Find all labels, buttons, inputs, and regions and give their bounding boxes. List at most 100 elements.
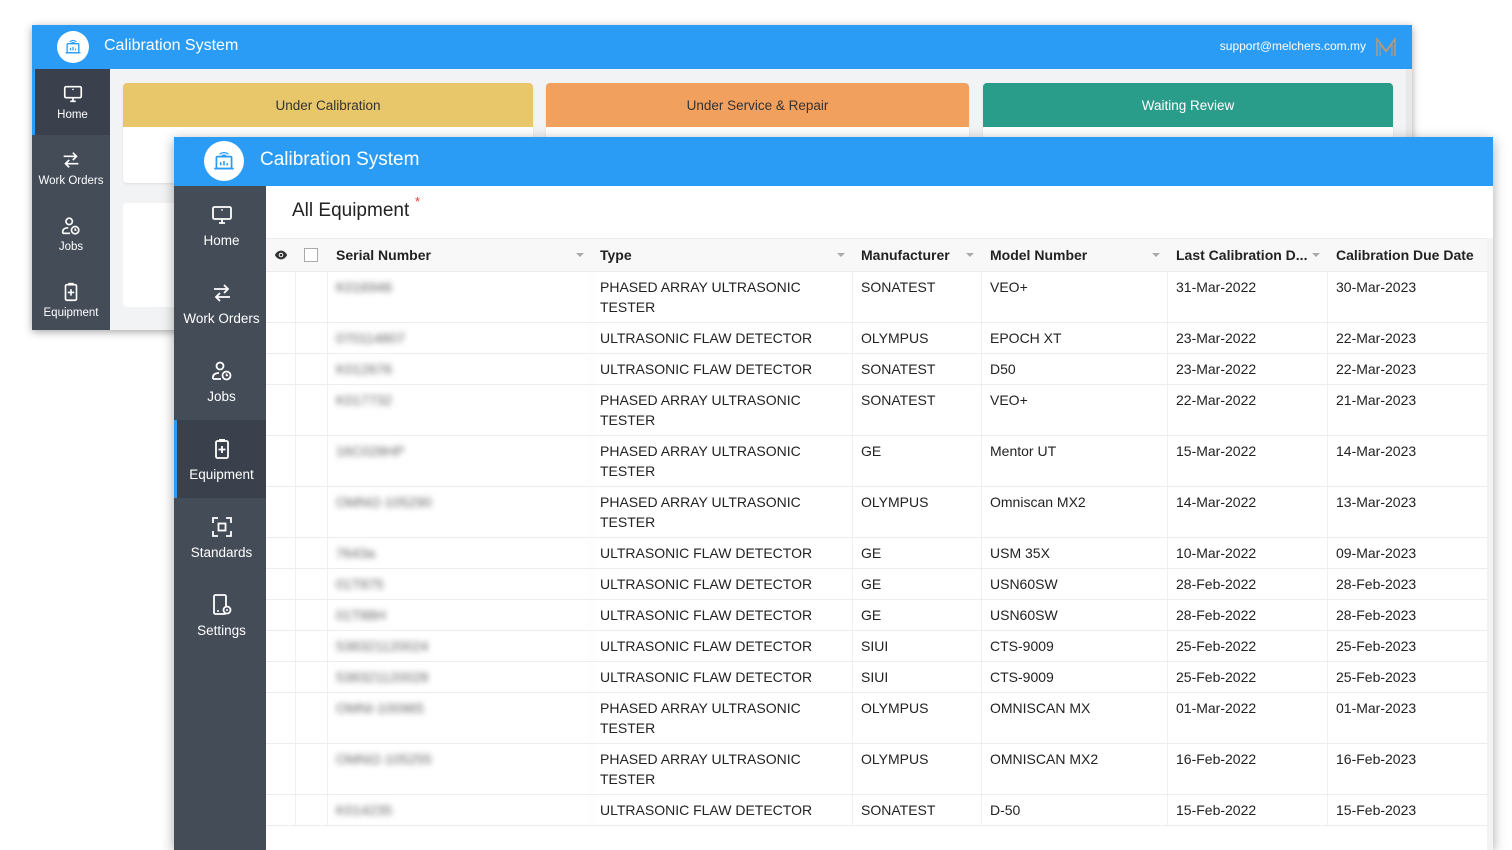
sidebar-label: Settings xyxy=(197,622,246,638)
column-header-last-calibration-date[interactable]: Last Calibration D... xyxy=(1168,239,1328,272)
back-sidebar-label: Equipment xyxy=(43,307,99,319)
melchers-logo-icon xyxy=(1376,36,1396,56)
serial-number-cell: 070114807 xyxy=(328,323,592,353)
column-header-model-number[interactable]: Model Number xyxy=(982,239,1168,272)
sidebar-item-work-orders[interactable]: Work Orders xyxy=(174,264,266,342)
manufacturer-cell: GE xyxy=(853,436,982,486)
table-scrollbar[interactable] xyxy=(1487,238,1493,850)
table-row[interactable]: K014235 ULTRASONIC FLAW DETECTOR SONATEST D… xyxy=(266,795,1493,826)
table-row[interactable]: 070114807 ULTRASONIC FLAW DETECTOR OLYMPUS… xyxy=(266,323,1493,354)
manufacturer-cell: OLYMPUS xyxy=(853,693,982,743)
table-row[interactable]: 01T875 ULTRASONIC FLAW DETECTOR GE USN60SW 2… xyxy=(266,569,1493,600)
last-calibration-date-cell: 23-Mar-2022 xyxy=(1168,323,1328,353)
support-email-link[interactable]: support@melchers.com.my xyxy=(1220,39,1366,53)
sort-caret-icon[interactable] xyxy=(837,252,845,257)
app-header: Calibration System xyxy=(174,137,1493,186)
calibration-due-date-cell: 22-Mar-2023 xyxy=(1328,354,1493,384)
last-calibration-date-cell: 01-Mar-2022 xyxy=(1168,693,1328,743)
table-row[interactable]: K017732 PHASED ARRAY ULTRASONIC TESTER SON… xyxy=(266,385,1493,436)
last-calibration-date-cell: 10-Mar-2022 xyxy=(1168,538,1328,568)
manufacturer-cell: SONATEST xyxy=(853,795,982,825)
manufacturer-cell: GE xyxy=(853,538,982,568)
calibration-due-date-cell: 28-Feb-2023 xyxy=(1328,600,1493,630)
type-cell: PHASED ARRAY ULTRASONIC TESTER xyxy=(592,385,853,435)
row-spacer-cell xyxy=(266,744,296,794)
swap-arrows-icon xyxy=(210,281,234,305)
row-spacer-cell xyxy=(266,662,296,692)
back-sidebar-item-work-orders[interactable]: Work Orders xyxy=(32,135,110,201)
calibration-due-date-cell: 09-Mar-2023 xyxy=(1328,538,1493,568)
model-number-cell: OMNISCAN MX2 xyxy=(982,744,1168,794)
table-row[interactable]: OMNI2-105290 PHASED ARRAY ULTRASONIC TEST… xyxy=(266,487,1493,538)
table-row[interactable]: 7643a ULTRASONIC FLAW DETECTOR GE USM 35X 10… xyxy=(266,538,1493,569)
sidebar-item-equipment[interactable]: Equipment xyxy=(174,420,266,498)
last-calibration-date-cell: 23-Mar-2022 xyxy=(1168,354,1328,384)
row-select-cell[interactable] xyxy=(296,272,328,322)
row-select-cell[interactable] xyxy=(296,538,328,568)
select-all-checkbox[interactable] xyxy=(304,248,318,262)
back-sidebar-item-jobs[interactable]: Jobs xyxy=(32,201,110,267)
serial-number-cell: K016946 xyxy=(328,272,592,322)
sort-caret-icon[interactable] xyxy=(576,252,584,257)
sort-caret-icon[interactable] xyxy=(1152,252,1160,257)
row-select-cell[interactable] xyxy=(296,744,328,794)
user-clock-icon xyxy=(60,215,82,237)
sidebar: Home Work Orders Jobs Equipment Standard… xyxy=(174,186,266,850)
row-select-cell[interactable] xyxy=(296,569,328,599)
sidebar-item-jobs[interactable]: Jobs xyxy=(174,342,266,420)
status-card-title: Waiting Review xyxy=(983,83,1393,127)
row-select-cell[interactable] xyxy=(296,795,328,825)
column-header-manufacturer[interactable]: Manufacturer xyxy=(853,239,982,272)
row-select-cell[interactable] xyxy=(296,662,328,692)
sort-caret-icon[interactable] xyxy=(966,252,974,257)
column-visibility-toggle[interactable] xyxy=(266,239,296,272)
serial-number-cell: 7643a xyxy=(328,538,592,568)
back-sidebar-item-home[interactable]: Home xyxy=(32,69,110,135)
row-select-cell[interactable] xyxy=(296,436,328,486)
serial-number-cell: 01T875 xyxy=(328,569,592,599)
model-number-cell: Omniscan MX2 xyxy=(982,487,1168,537)
table-row[interactable]: 538321120028 ULTRASONIC FLAW DETECTOR SIUI… xyxy=(266,662,1493,693)
serial-number-cell: K012676 xyxy=(328,354,592,384)
column-header-serial-number[interactable]: Serial Number xyxy=(328,239,592,272)
table-row[interactable]: K012676 ULTRASONIC FLAW DETECTOR SONATEST D… xyxy=(266,354,1493,385)
last-calibration-date-cell: 31-Mar-2022 xyxy=(1168,272,1328,322)
monitor-icon xyxy=(62,83,84,105)
table-row[interactable]: 16C028HP PHASED ARRAY ULTRASONIC TESTER GE… xyxy=(266,436,1493,487)
last-calibration-date-cell: 28-Feb-2022 xyxy=(1168,569,1328,599)
serial-number-cell: OMNI-100965 xyxy=(328,693,592,743)
model-number-cell: USM 35X xyxy=(982,538,1168,568)
table-row[interactable]: OMNI2-105255 PHASED ARRAY ULTRASONIC TEST… xyxy=(266,744,1493,795)
calibration-due-date-cell: 28-Feb-2023 xyxy=(1328,569,1493,599)
calibration-due-date-cell: 25-Feb-2023 xyxy=(1328,631,1493,661)
row-select-cell[interactable] xyxy=(296,323,328,353)
type-cell: ULTRASONIC FLAW DETECTOR xyxy=(592,631,853,661)
column-header-type[interactable]: Type xyxy=(592,239,853,272)
sidebar-item-home[interactable]: Home xyxy=(174,186,266,264)
row-select-cell[interactable] xyxy=(296,631,328,661)
back-app-header: Calibration System support@melchers.com.… xyxy=(32,25,1412,69)
sidebar-item-settings[interactable]: Settings xyxy=(174,576,266,654)
swap-arrows-icon xyxy=(60,149,82,171)
app-logo-icon[interactable] xyxy=(204,141,244,181)
row-select-cell[interactable] xyxy=(296,487,328,537)
table-row[interactable]: 538321120024 ULTRASONIC FLAW DETECTOR SIUI… xyxy=(266,631,1493,662)
row-select-cell[interactable] xyxy=(296,693,328,743)
sidebar-item-standards[interactable]: Standards xyxy=(174,498,266,576)
row-select-cell[interactable] xyxy=(296,354,328,384)
row-select-cell[interactable] xyxy=(296,385,328,435)
table-row[interactable]: K016946 PHASED ARRAY ULTRASONIC TESTER SON… xyxy=(266,272,1493,323)
model-number-cell: Mentor UT xyxy=(982,436,1168,486)
row-select-cell[interactable] xyxy=(296,600,328,630)
sort-caret-icon[interactable] xyxy=(1312,252,1320,257)
calibration-due-date-cell: 15-Feb-2023 xyxy=(1328,795,1493,825)
table-row[interactable]: OMNI-100965 PHASED ARRAY ULTRASONIC TESTE… xyxy=(266,693,1493,744)
table-row[interactable]: 01T88H ULTRASONIC FLAW DETECTOR GE USN60SW 2… xyxy=(266,600,1493,631)
sidebar-label: Jobs xyxy=(207,388,236,404)
column-header-calibration-due-date[interactable]: Calibration Due Date xyxy=(1328,239,1493,272)
monitor-icon xyxy=(210,203,234,227)
eye-icon xyxy=(274,250,288,260)
manufacturer-cell: OLYMPUS xyxy=(853,487,982,537)
back-sidebar-item-equipment[interactable]: Equipment xyxy=(32,267,110,330)
last-calibration-date-cell: 16-Feb-2022 xyxy=(1168,744,1328,794)
